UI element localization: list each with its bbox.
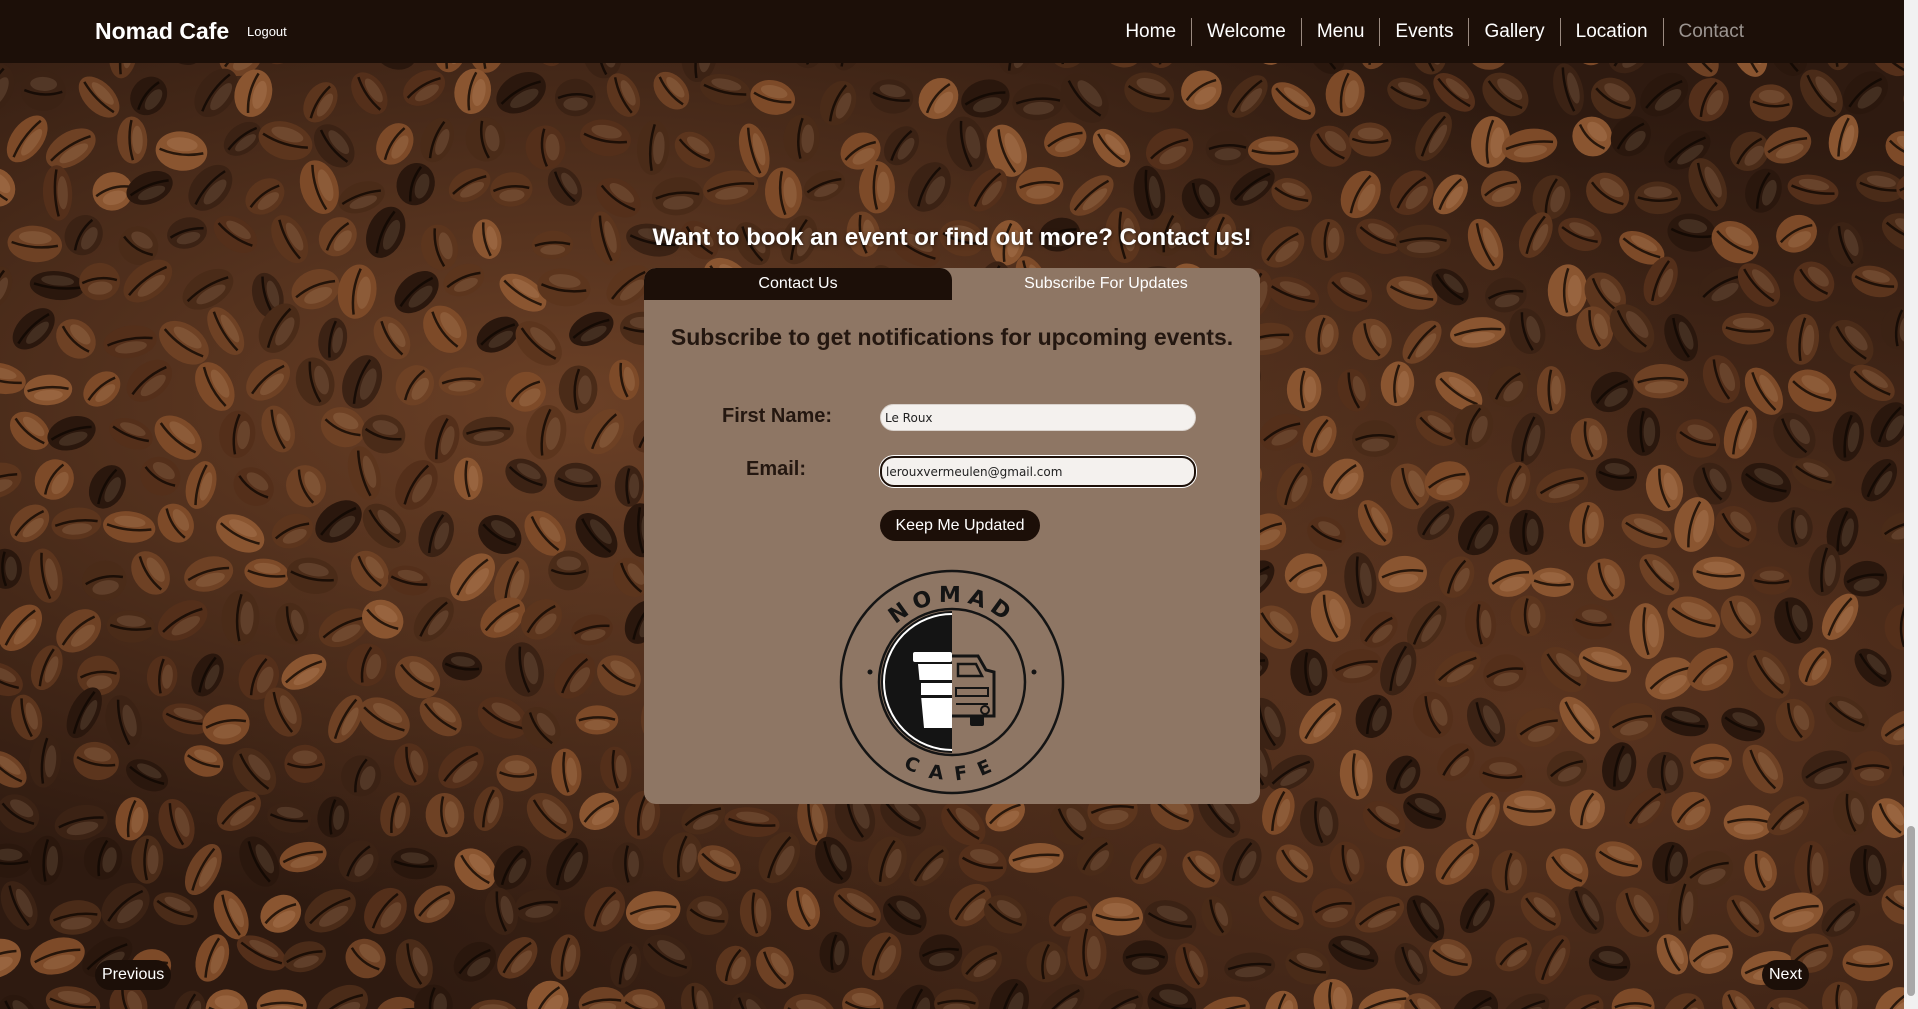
nav-menu[interactable]: Menu (1300, 18, 1380, 46)
first-name-input[interactable] (880, 404, 1196, 431)
nav-events[interactable]: Events (1379, 18, 1468, 46)
nav-welcome[interactable]: Welcome (1191, 18, 1301, 46)
previous-button[interactable]: Previous (95, 960, 172, 990)
svg-text:CAFE: CAFE (901, 752, 1003, 786)
nav-home[interactable]: Home (1110, 18, 1191, 46)
tab-subscribe[interactable]: Subscribe For Updates (952, 268, 1260, 300)
page-scrollbar[interactable] (1904, 0, 1918, 1009)
logo-bottom-text: CAFE (901, 752, 994, 786)
page-headline: Want to book an event or find out more? … (652, 224, 1252, 252)
top-navbar: Nomad Cafe Logout Home Welcome Menu Even… (0, 0, 1904, 63)
next-button[interactable]: Next (1762, 960, 1809, 990)
keep-me-updated-button[interactable]: Keep Me Updated (880, 510, 1040, 541)
brand-logo-text[interactable]: Nomad Cafe (95, 18, 229, 45)
tab-contact-us[interactable]: Contact Us (644, 268, 952, 300)
email-label: Email: (746, 458, 807, 480)
first-name-label: First Name: (722, 405, 833, 427)
contact-card: Contact Us Subscribe For Updates Subscri… (644, 268, 1260, 804)
scrollbar-thumb[interactable] (1907, 826, 1915, 996)
email-input[interactable] (880, 456, 1196, 487)
nav-links: Home Welcome Menu Events Gallery Locatio… (1110, 18, 1759, 46)
nav-gallery[interactable]: Gallery (1468, 18, 1559, 46)
card-tabs: Contact Us Subscribe For Updates (644, 268, 1260, 300)
logout-link[interactable]: Logout (247, 24, 287, 39)
nav-location[interactable]: Location (1559, 18, 1663, 46)
nomad-cafe-logo: NOMAD CAFE (838, 568, 1066, 796)
logo-emblem: NOMAD CAFE (839, 569, 1065, 795)
nav-contact[interactable]: Contact (1662, 18, 1759, 46)
subscribe-heading: Subscribe to get notifications for upcom… (670, 324, 1234, 350)
